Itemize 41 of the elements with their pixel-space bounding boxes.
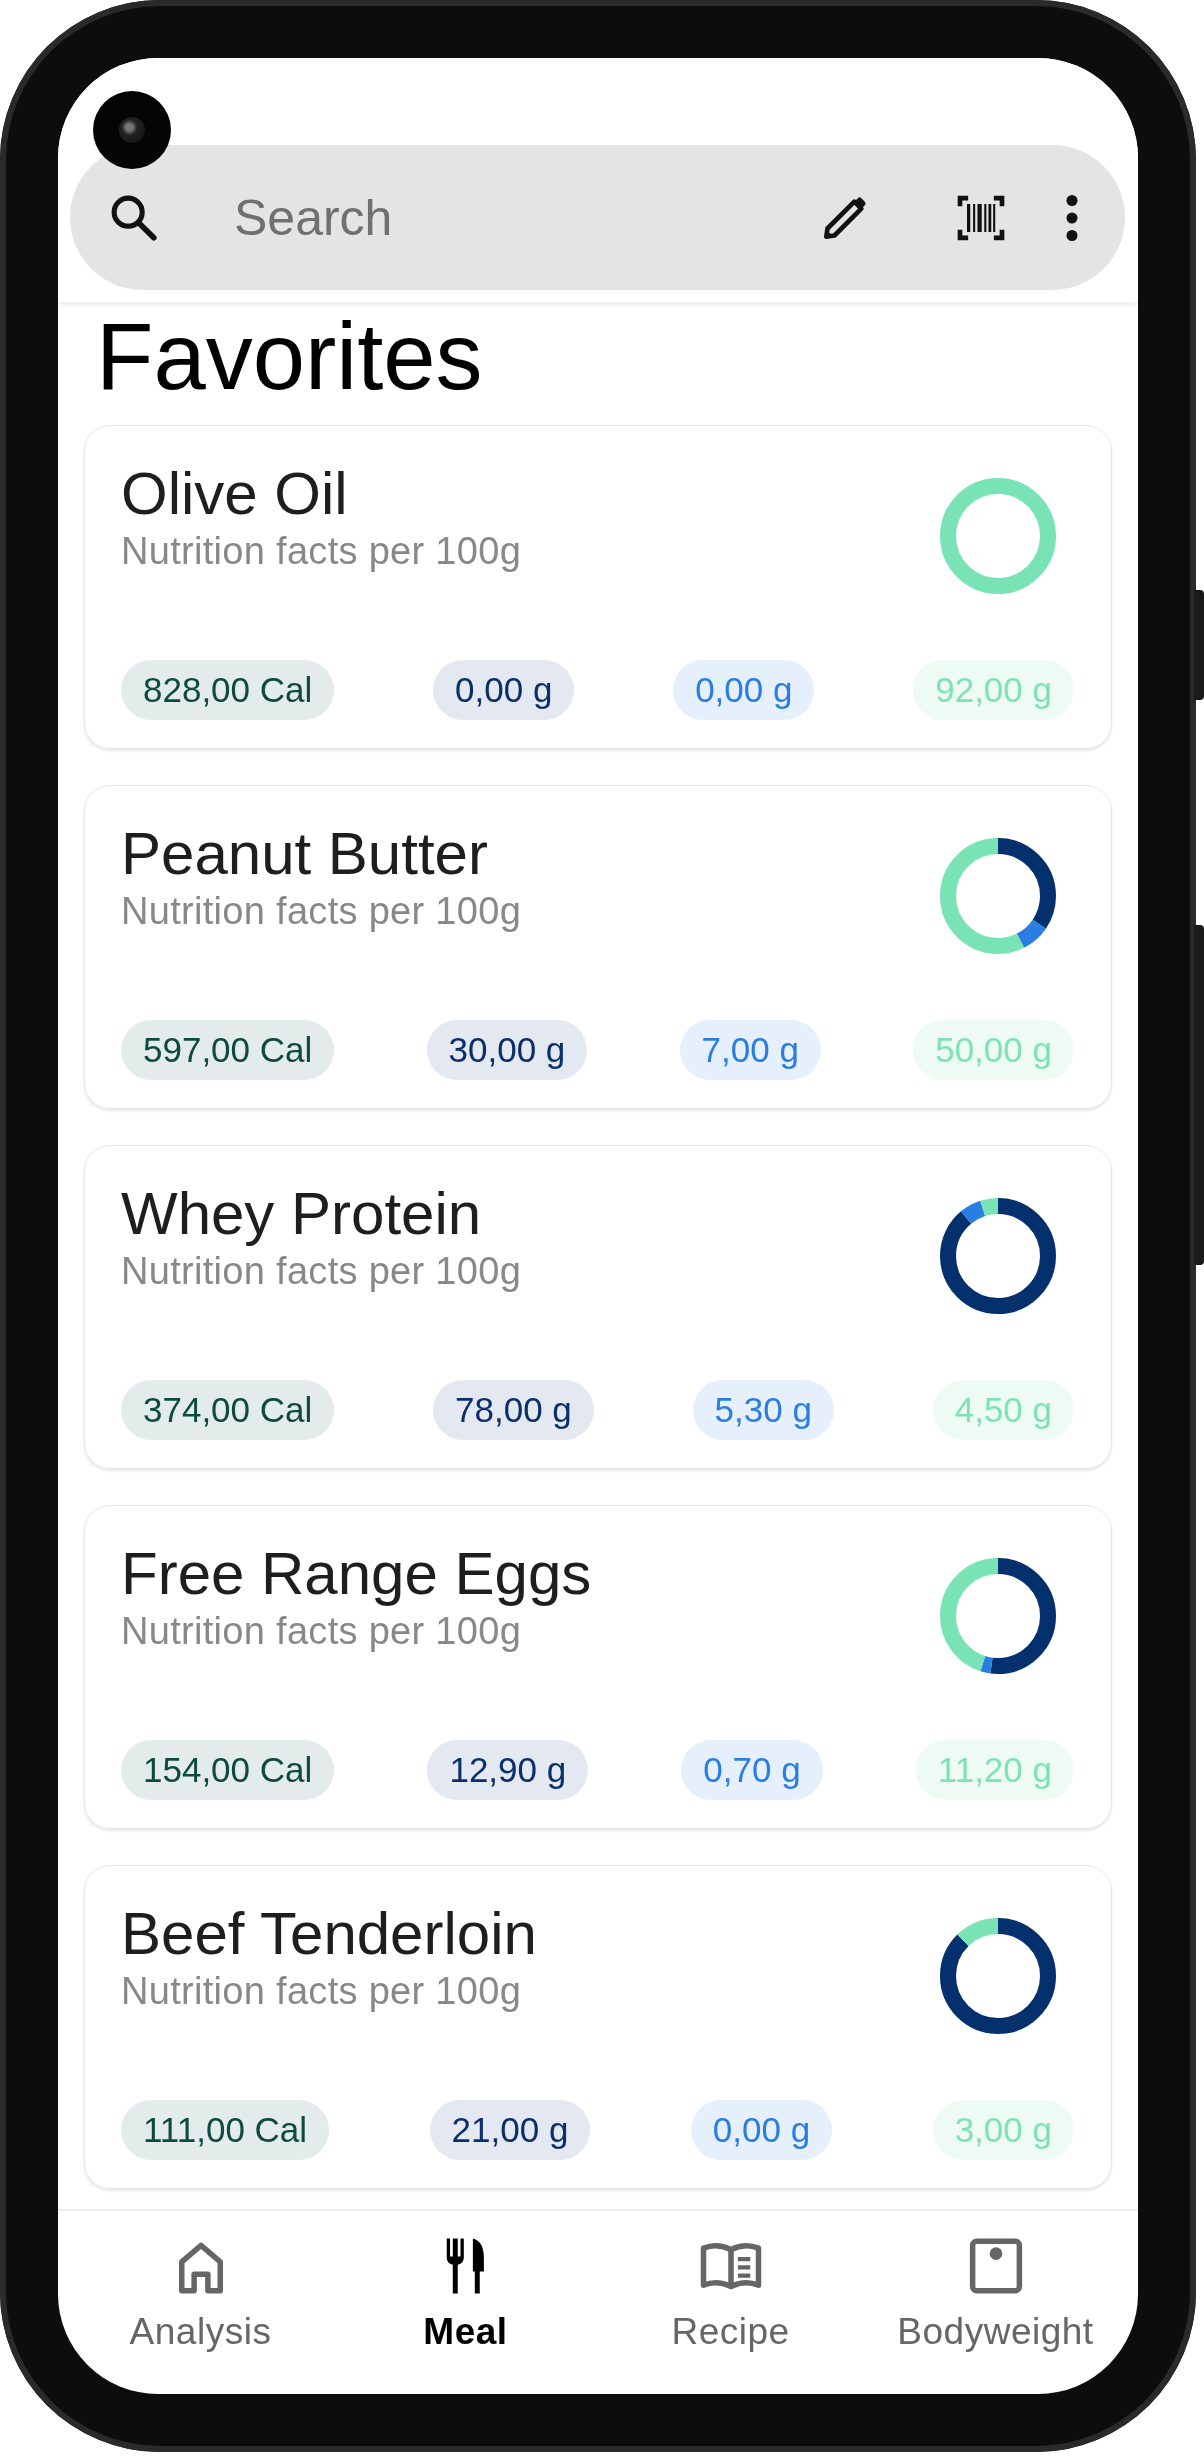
food-name: Free Range Eggs: [121, 1538, 592, 1609]
fat-pill: 50,00 g: [913, 1019, 1074, 1080]
protein-pill: 78,00 g: [433, 1379, 594, 1440]
food-card[interactable]: Free Range Eggs Nutrition facts per 100g 154,00 Cal 12,90 g 0,70 g 11,20 g: [84, 1504, 1112, 1829]
food-subtitle: Nutrition facts per 100g: [121, 1249, 522, 1293]
carbs-pill: 0,00 g: [673, 659, 815, 720]
carbs-pill: 0,70 g: [681, 1739, 823, 1800]
fat-pill: 11,20 g: [915, 1739, 1074, 1800]
food-card[interactable]: Whey Protein Nutrition facts per 100g 374,00 Cal 78,00 g 5,30 g 4,50 g: [84, 1144, 1112, 1469]
fat-pill: 4,50 g: [932, 1379, 1074, 1440]
food-name: Olive Oil: [121, 458, 349, 529]
calories-pill: 154,00 Cal: [121, 1739, 335, 1800]
carbs-pill: 0,00 g: [690, 2099, 833, 2160]
food-name: Peanut Butter: [121, 818, 489, 889]
protein-pill: 30,00 g: [426, 1019, 588, 1080]
page-title: Favorites: [95, 303, 484, 411]
food-card[interactable]: Beef Tenderloin Nutrition facts per 100g 111,00 Cal 21,00 g 0,00 g 3,00 g: [84, 1864, 1112, 2189]
calories-pill: 374,00 Cal: [121, 1379, 335, 1440]
calories-pill: 111,00 Cal: [121, 2099, 330, 2160]
protein-pill: 0,00 g: [433, 659, 575, 720]
carbs-pill: 5,30 g: [692, 1379, 834, 1440]
calories-pill: 597,00 Cal: [121, 1019, 335, 1080]
protein-pill: 12,90 g: [427, 1739, 589, 1800]
food-name: Beef Tenderloin: [121, 1898, 537, 1969]
search-field[interactable]: Search: [232, 187, 817, 248]
food-subtitle: Nutrition facts per 100g: [121, 1609, 523, 1653]
food-subtitle: Nutrition facts per 100g: [121, 529, 522, 573]
food-card[interactable]: Peanut Butter Nutrition facts per 100g 597,00 Cal 30,00 g 7,00 g 50,00 g: [84, 784, 1112, 1109]
food-name: Whey Protein: [121, 1178, 483, 1249]
nav-tab[interactable]: Bodyweight: [870, 2233, 1121, 2353]
food-subtitle: Nutrition facts per 100g: [121, 889, 522, 933]
carbs-pill: 7,00 g: [679, 1019, 821, 1080]
food-card[interactable]: Olive Oil Nutrition facts per 100g 828,00 Cal 0,00 g 0,00 g 92,00 g: [84, 424, 1112, 749]
protein-pill: 21,00 g: [429, 2099, 591, 2160]
calories-pill: 828,00 Cal: [121, 659, 335, 720]
fat-pill: 92,00 g: [913, 659, 1074, 720]
nav-tab[interactable]: Recipe: [605, 2233, 856, 2353]
food-subtitle: Nutrition facts per 100g: [121, 1969, 523, 2013]
nav-tab[interactable]: Analysis: [75, 2233, 326, 2353]
fat-pill: 3,00 g: [932, 2099, 1074, 2160]
nav-tab[interactable]: Meal: [340, 2233, 591, 2353]
